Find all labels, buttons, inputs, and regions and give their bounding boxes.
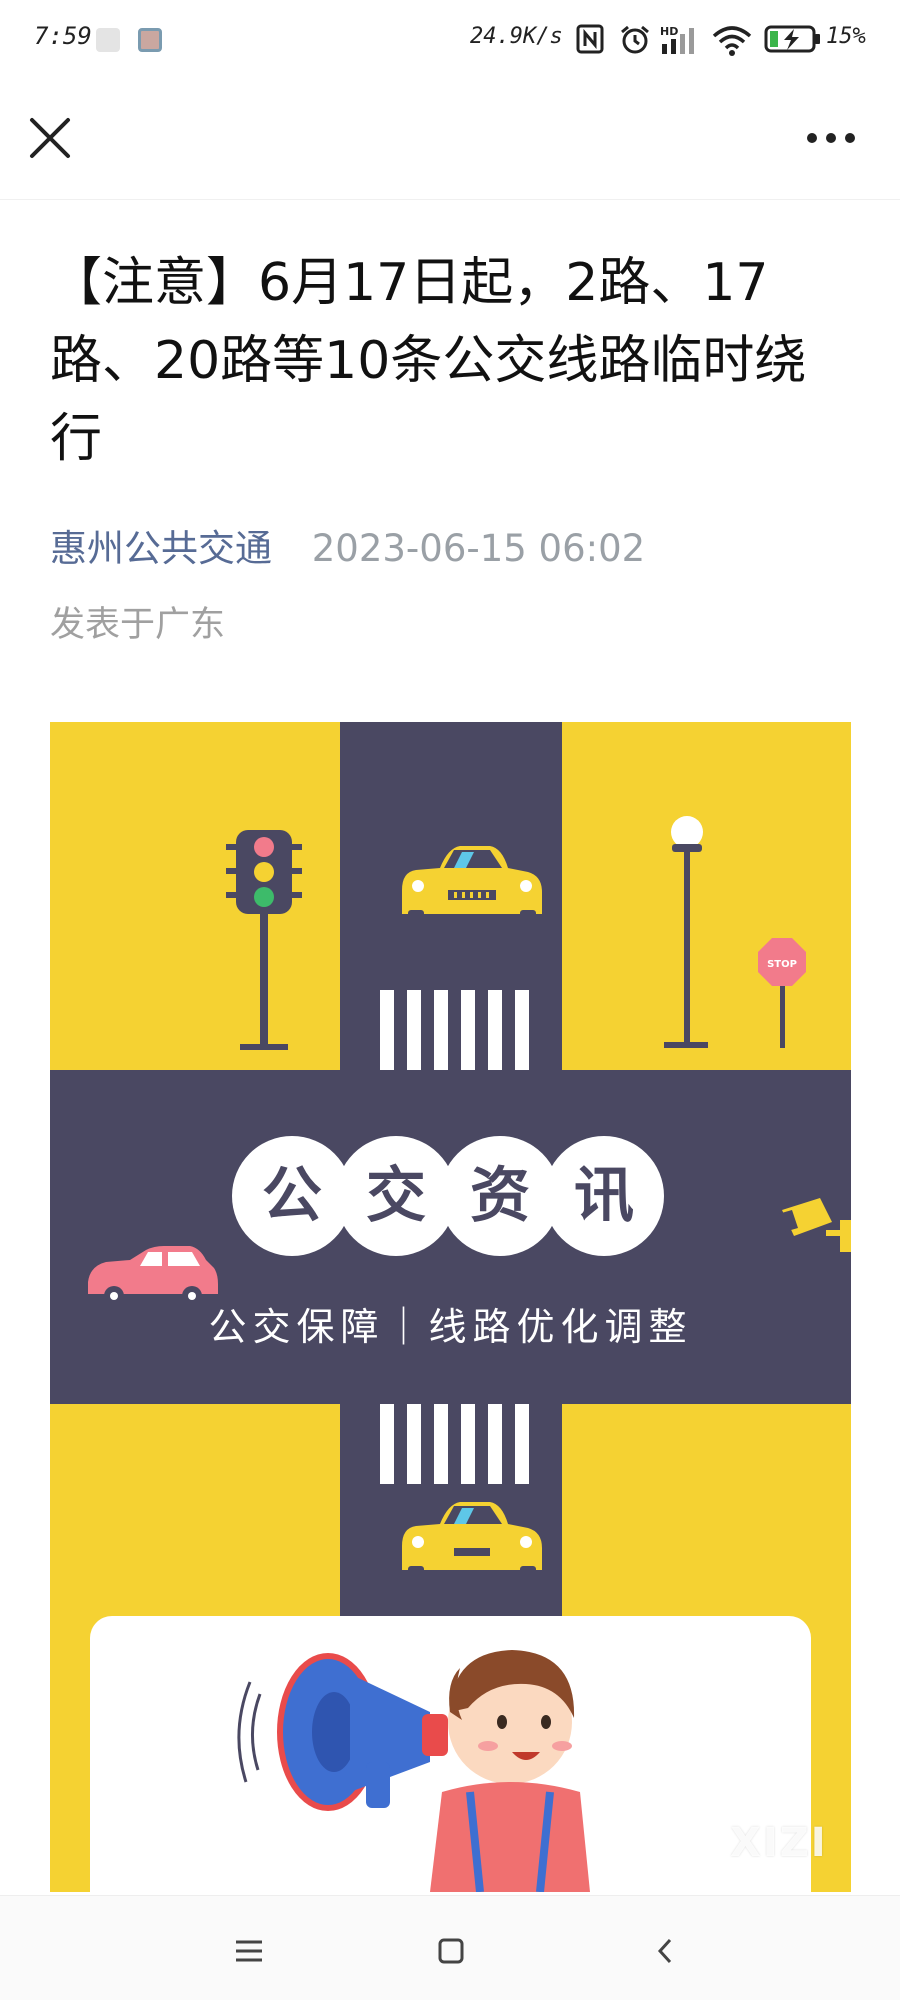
article-title: 【注意】6月17日起，2路、17路、20路等10条公交线路临时绕行	[50, 253, 807, 469]
publish-time: 2023-06-15 06:02	[311, 527, 646, 570]
account-name-link[interactable]: 惠州公共交通	[50, 527, 272, 570]
back-icon	[657, 1938, 672, 1964]
notification-app-icon	[96, 28, 120, 52]
home-button[interactable]	[426, 1926, 476, 1976]
network-speed: 24.9K/s	[470, 24, 563, 49]
svg-text:HD: HD	[660, 25, 678, 38]
more-icon	[807, 133, 855, 143]
poster-graphic: STOP	[50, 722, 851, 1892]
more-button[interactable]	[800, 110, 862, 166]
publish-location: 发表于广东	[50, 605, 226, 645]
hd-signal-icon: HD	[660, 25, 694, 54]
close-button[interactable]	[22, 110, 78, 166]
home-icon	[438, 1938, 464, 1964]
watermark-logo: XIZI	[730, 1820, 828, 1866]
nfc-icon	[576, 24, 604, 54]
wifi-icon	[712, 26, 752, 56]
article-meta: 惠州公共交通 2023-06-15 06:02	[50, 518, 645, 572]
system-navigation-bar	[0, 1895, 900, 2000]
battery-percent: 15%	[826, 24, 866, 49]
status-time: 7:59	[34, 22, 92, 50]
close-icon	[30, 118, 70, 158]
alarm-icon	[621, 25, 649, 54]
status-bar: 7:59 24.9K/s HD 15%	[0, 0, 900, 80]
back-button[interactable]	[640, 1926, 690, 1976]
menu-icon	[236, 1940, 262, 1962]
notification-app-icon-2	[138, 28, 162, 52]
stop-sign-label: STOP	[767, 959, 797, 970]
battery-charging-icon	[764, 25, 820, 53]
menu-button[interactable]	[224, 1926, 274, 1976]
nav-bar	[0, 80, 900, 200]
article-poster-image[interactable]: STOP 公 交 资 讯 公交保障｜线路优化调整	[50, 722, 851, 1892]
